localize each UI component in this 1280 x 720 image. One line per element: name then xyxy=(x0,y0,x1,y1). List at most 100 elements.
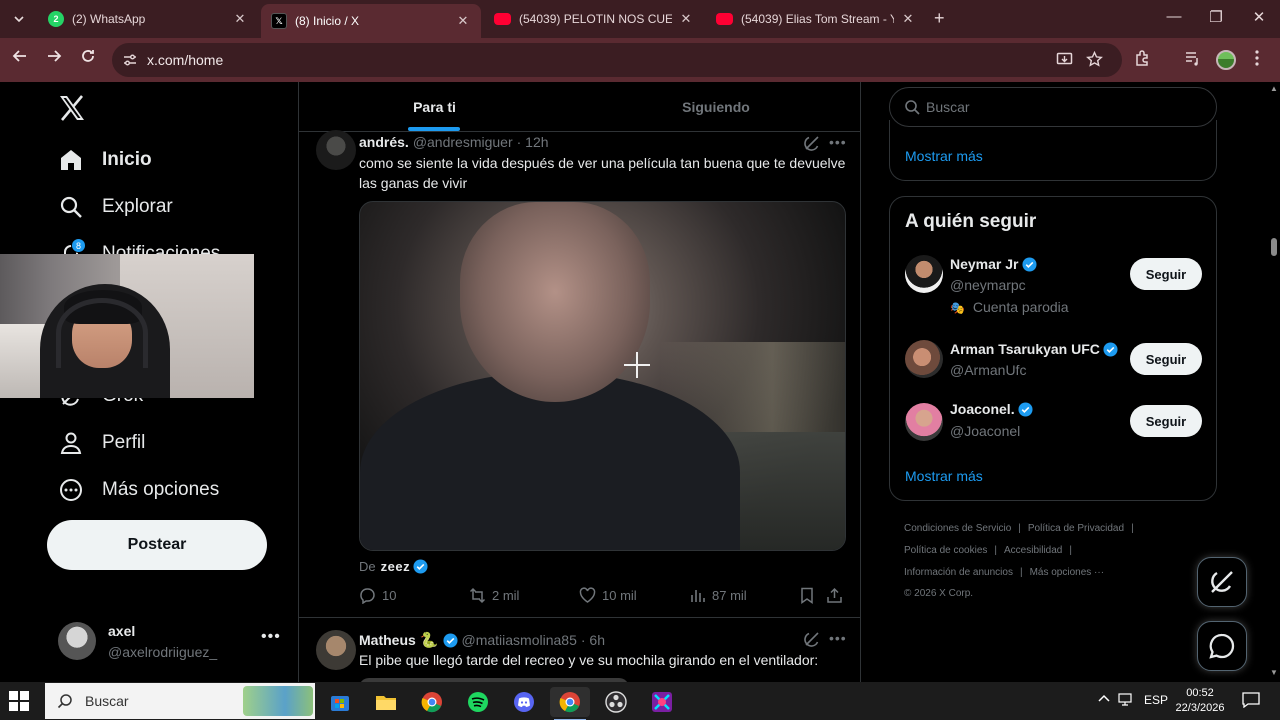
taskbar-chrome-app[interactable] xyxy=(412,687,452,717)
tab-youtube-elias[interactable]: (54039) Elias Tom Stream - YouT ✕ xyxy=(706,4,926,34)
tray-overflow-icon[interactable] xyxy=(1098,693,1110,708)
views-button[interactable]: 87 mil xyxy=(689,587,747,604)
post-time[interactable]: · 6h xyxy=(581,632,605,648)
account-switcher[interactable]: axel @axelrodriiguez_ ••• xyxy=(58,620,288,664)
chat-bubble-icon xyxy=(1209,633,1235,659)
network-icon[interactable] xyxy=(1118,693,1134,710)
taskbar-colorful-app[interactable] xyxy=(642,687,682,717)
close-icon[interactable]: ✕ xyxy=(455,13,471,29)
notifications-center-icon[interactable] xyxy=(1242,692,1260,711)
taskbar-store-app[interactable] xyxy=(320,687,360,717)
taskbar-discord-app[interactable] xyxy=(504,687,544,717)
page-scrollbar[interactable]: ▲ ▼ xyxy=(1268,82,1280,682)
x-logo-icon[interactable] xyxy=(56,92,88,124)
profile-avatar[interactable] xyxy=(1216,50,1236,70)
more-horizontal-icon[interactable]: ••• xyxy=(829,630,847,646)
minimize-button[interactable]: — xyxy=(1162,8,1186,25)
source-account[interactable]: zeez xyxy=(381,559,410,574)
site-settings-icon[interactable] xyxy=(122,52,138,68)
search-icon xyxy=(58,194,84,220)
show-more-link[interactable]: Mostrar más xyxy=(905,148,983,164)
footer-link-terms[interactable]: Condiciones de Servicio xyxy=(904,523,1011,534)
forward-button[interactable] xyxy=(42,48,66,72)
media-control-icon[interactable] xyxy=(1184,49,1202,71)
more-horizontal-icon[interactable]: ••• xyxy=(261,628,281,646)
nav-item-mas-opciones[interactable]: Más opciones xyxy=(58,472,219,508)
tab-search-dropdown[interactable] xyxy=(6,6,32,32)
taskbar-chrome-profile-app[interactable] xyxy=(550,687,590,720)
taskbar-spotify-app[interactable] xyxy=(458,687,498,717)
reload-button[interactable] xyxy=(76,48,100,72)
bookmark-button[interactable] xyxy=(799,587,821,604)
post-video[interactable] xyxy=(359,201,846,551)
taskbar-clock[interactable]: 00:52 22/3/2026 xyxy=(1172,686,1228,716)
nav-item-inicio[interactable]: Inicio xyxy=(58,142,152,178)
address-bar[interactable]: x.com/home xyxy=(112,43,1122,77)
video-subject-face xyxy=(460,202,650,402)
windows-start-icon[interactable] xyxy=(8,690,30,712)
back-button[interactable] xyxy=(8,48,32,72)
tab-para-ti[interactable]: Para ti xyxy=(299,82,570,132)
follow-button[interactable]: Seguir xyxy=(1130,343,1202,375)
new-tab-button[interactable]: + xyxy=(934,8,945,29)
tab-whatsapp[interactable]: 2 (2) WhatsApp ✕ xyxy=(38,4,258,34)
messages-fab-button[interactable] xyxy=(1197,621,1247,671)
post-text: como se siente la vida después de ver un… xyxy=(359,155,846,191)
post-author-handle[interactable]: @matiiasmolina85 xyxy=(461,632,576,648)
like-button[interactable]: 10 mil xyxy=(579,587,637,604)
show-more-link[interactable]: Mostrar más xyxy=(905,468,983,484)
footer-link-accessibility[interactable]: Accesibilidad xyxy=(1004,545,1062,556)
footer-link-cookies[interactable]: Política de cookies xyxy=(904,545,987,556)
follow-button[interactable]: Seguir xyxy=(1130,405,1202,437)
close-icon[interactable]: ✕ xyxy=(900,11,916,27)
scroll-up-arrow-icon[interactable]: ▲ xyxy=(1270,84,1278,93)
search-placeholder: Buscar xyxy=(926,99,970,115)
close-icon[interactable]: ✕ xyxy=(678,11,694,27)
grok-icon[interactable] xyxy=(803,134,821,152)
chrome-menu-icon[interactable] xyxy=(1254,49,1260,71)
taskbar-obs-app[interactable] xyxy=(596,687,636,717)
post-time[interactable]: · 12h xyxy=(517,134,549,150)
bookmark-star-icon[interactable] xyxy=(1086,50,1103,72)
follow-button[interactable]: Seguir xyxy=(1130,258,1202,290)
avatar[interactable] xyxy=(316,130,356,170)
tab-youtube-pelotin[interactable]: (54039) PELOTIN NOS CUENTA ✕ xyxy=(484,4,704,34)
nav-label: Explorar xyxy=(102,196,173,217)
scroll-down-arrow-icon[interactable]: ▼ xyxy=(1270,668,1278,677)
taskbar-search-input[interactable]: Buscar xyxy=(45,683,315,719)
more-horizontal-icon[interactable]: ••• xyxy=(829,134,847,150)
avatar xyxy=(905,403,943,441)
grok-fab-button[interactable] xyxy=(1197,557,1247,607)
grok-icon[interactable] xyxy=(803,630,821,648)
window-close-button[interactable]: ✕ xyxy=(1247,8,1271,26)
repost-button[interactable]: 2 mil xyxy=(469,587,519,604)
language-indicator[interactable]: ESP xyxy=(1144,693,1168,707)
scrollbar-thumb[interactable] xyxy=(1271,238,1277,256)
post-author-handle[interactable]: @andresmiguer xyxy=(413,134,513,150)
timeline: Para ti Siguiendo andrés. @andresmiguer … xyxy=(298,82,861,682)
share-button[interactable] xyxy=(826,587,849,604)
snake-emoji-icon: 🐍 xyxy=(419,632,439,649)
tab-siguiendo[interactable]: Siguiendo xyxy=(570,82,860,132)
nav-item-perfil[interactable]: Perfil xyxy=(58,425,145,461)
restore-button[interactable]: ❐ xyxy=(1204,8,1228,26)
footer-link-ads-info[interactable]: Información de anuncios xyxy=(904,567,1013,578)
footer-link-privacy[interactable]: Política de Privacidad xyxy=(1028,523,1124,534)
account-name: axel xyxy=(108,623,136,639)
reply-count: 10 xyxy=(382,588,397,603)
post-author-name[interactable]: Matheus xyxy=(359,632,416,648)
footer-link-more[interactable]: Más opciones ··· xyxy=(1030,567,1104,578)
who-to-follow-title: A quién seguir xyxy=(905,211,1037,232)
post-button[interactable]: Postear xyxy=(47,520,267,570)
avatar[interactable] xyxy=(316,630,356,670)
extensions-icon[interactable] xyxy=(1134,49,1152,71)
taskbar-file-explorer-app[interactable] xyxy=(366,687,406,717)
avatar xyxy=(905,340,943,378)
close-icon[interactable]: ✕ xyxy=(232,11,248,27)
install-app-icon[interactable] xyxy=(1056,51,1073,72)
post-author-name[interactable]: andrés. xyxy=(359,134,409,150)
search-input[interactable]: Buscar xyxy=(889,87,1217,127)
tab-x-home[interactable]: 𝕏 (8) Inicio / X ✕ xyxy=(261,4,481,38)
nav-item-explorar[interactable]: Explorar xyxy=(58,189,173,225)
reply-button[interactable]: 10 xyxy=(359,587,396,604)
